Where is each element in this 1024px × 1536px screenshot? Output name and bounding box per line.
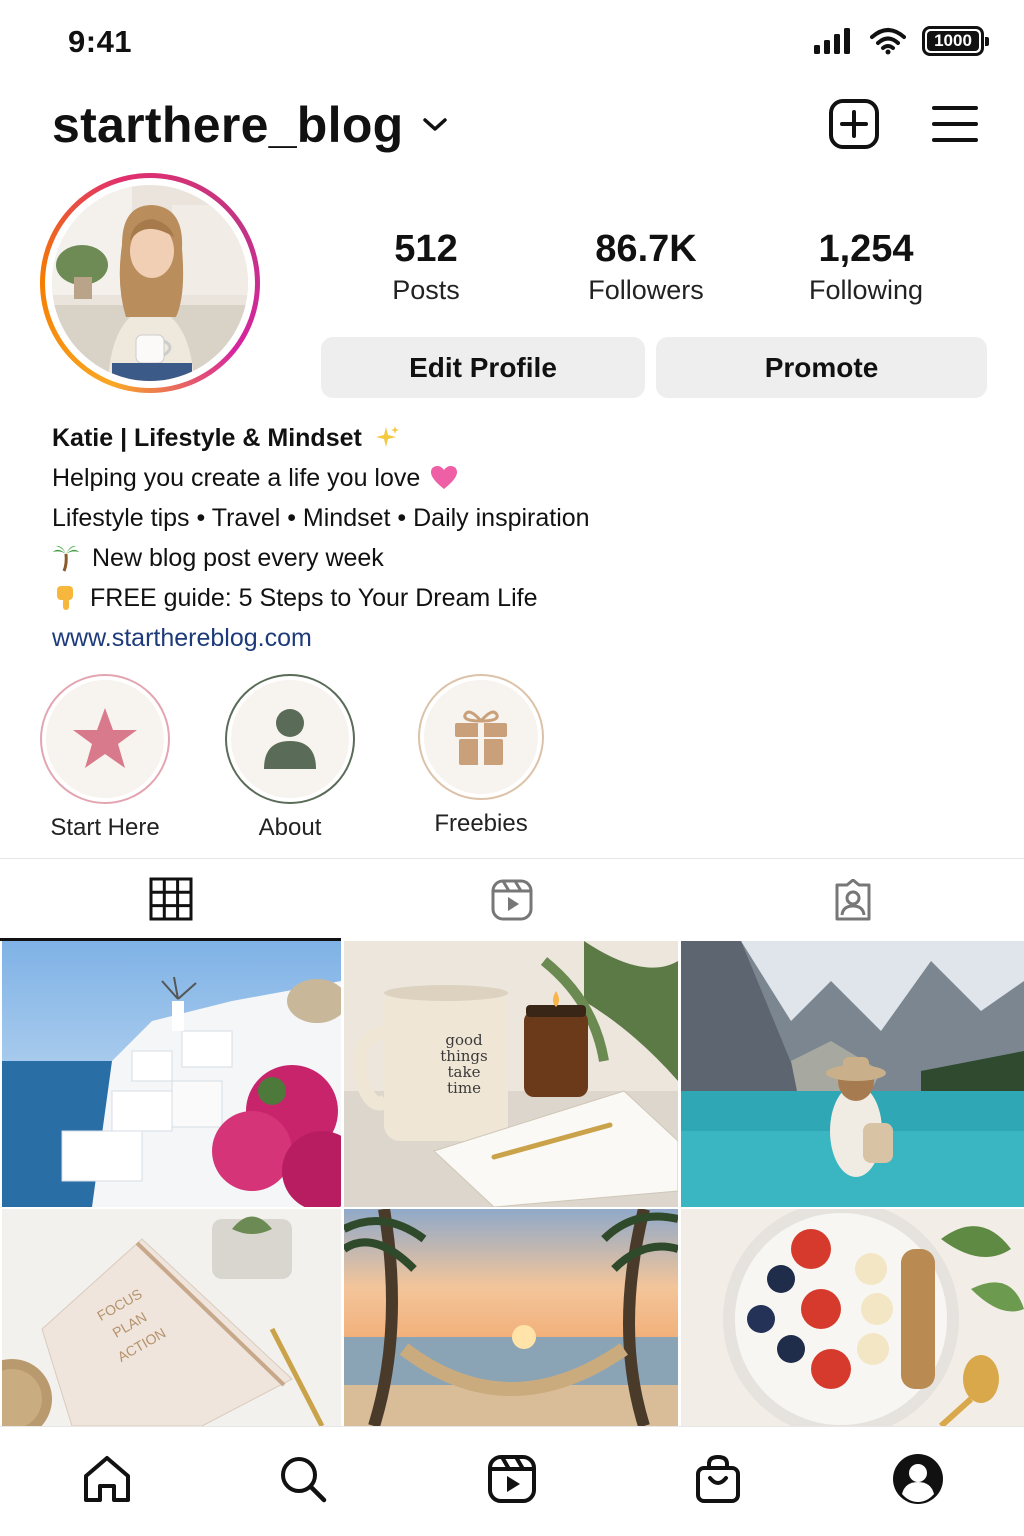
highlight-label: Start Here xyxy=(50,814,160,841)
profile-bio: Katie | Lifestyle & Mindset Helping you … xyxy=(52,418,972,658)
pointing-down-icon xyxy=(52,584,78,612)
avatar-photo xyxy=(52,185,248,381)
palm-tree-icon xyxy=(52,544,80,572)
shop-icon xyxy=(696,1454,740,1503)
nav-home[interactable] xyxy=(77,1449,137,1509)
status-bar: 9:41 1000 xyxy=(0,0,1024,80)
nav-search[interactable] xyxy=(273,1449,333,1509)
status-icons: 1000 xyxy=(814,26,989,56)
bio-line: Helping you create a life you love xyxy=(52,464,421,492)
highlight-about[interactable]: About xyxy=(225,674,355,842)
profile-icon xyxy=(893,1454,943,1504)
tagged-icon xyxy=(835,879,871,921)
bio-link[interactable]: www.starthereblog.com xyxy=(52,620,312,656)
highlight-label: Freebies xyxy=(434,810,528,837)
menu-icon[interactable] xyxy=(932,104,978,144)
highlight-label: About xyxy=(258,814,322,841)
wifi-icon xyxy=(870,28,906,55)
nav-reels[interactable] xyxy=(482,1449,542,1509)
stat-following[interactable]: 1,254 Following xyxy=(756,228,976,306)
highlight-freebies[interactable]: Freebies xyxy=(418,674,544,838)
tab-tagged[interactable] xyxy=(682,859,1024,941)
profile-tabs xyxy=(0,858,1024,941)
profile-header: starthere_blog xyxy=(0,90,1024,162)
tab-reels[interactable] xyxy=(341,859,682,941)
stat-value: 1,254 xyxy=(818,228,914,270)
profile-stats: 512 Posts 86.7K Followers 1,254 Followin… xyxy=(316,228,996,306)
status-time: 9:41 xyxy=(68,24,133,59)
stat-label: Following xyxy=(808,275,924,305)
create-post-icon[interactable] xyxy=(828,98,880,150)
stat-label: Followers xyxy=(588,275,704,305)
person-icon xyxy=(264,709,316,769)
post-thumbnail[interactable] xyxy=(681,1209,1024,1426)
home-icon xyxy=(84,1456,130,1502)
account-switcher[interactable]: starthere_blog xyxy=(52,96,448,154)
post-thumbnail[interactable]: FOCUS PLAN ACTION xyxy=(2,1209,341,1426)
stat-value: 512 xyxy=(394,228,458,270)
grid-icon xyxy=(149,877,192,920)
search-icon xyxy=(281,1457,327,1503)
bio-line: Lifestyle tips • Travel • Mindset • Dail… xyxy=(52,504,590,532)
sparkles-icon xyxy=(372,424,400,452)
reels-icon xyxy=(488,1455,536,1503)
stat-value: 86.7K xyxy=(595,228,697,270)
bottom-navigation xyxy=(0,1426,1024,1536)
promote-button[interactable]: Promote xyxy=(656,337,987,398)
edit-profile-button[interactable]: Edit Profile xyxy=(321,337,645,398)
nav-profile[interactable] xyxy=(888,1449,948,1509)
stat-posts[interactable]: 512 Posts xyxy=(316,228,536,306)
display-name: Katie | Lifestyle & Mindset xyxy=(52,424,362,452)
post-thumbnail[interactable] xyxy=(2,941,341,1207)
reels-icon xyxy=(491,879,532,921)
posts-grid: good things take time FOCUS PLAN ACTION xyxy=(0,941,1024,1426)
mug-text: time xyxy=(447,1079,481,1097)
story-highlights: Start Here About Freebies xyxy=(0,674,1024,854)
post-thumbnail[interactable] xyxy=(681,941,1024,1207)
post-thumbnail[interactable] xyxy=(344,1209,678,1426)
username: starthere_blog xyxy=(52,97,404,153)
bio-line: FREE guide: 5 Steps to Your Dream Life xyxy=(90,584,538,612)
profile-avatar[interactable] xyxy=(40,173,260,393)
heart-icon xyxy=(430,465,458,491)
gift-icon xyxy=(455,710,507,765)
signal-icon xyxy=(814,28,850,54)
tab-posts-grid[interactable] xyxy=(0,859,341,941)
post-thumbnail[interactable]: good things take time xyxy=(344,941,678,1207)
battery-icon: 1000 xyxy=(922,26,989,56)
stat-followers[interactable]: 86.7K Followers xyxy=(536,228,756,306)
highlight-start-here[interactable]: Start Here xyxy=(40,674,170,842)
chevron-down-icon xyxy=(422,118,447,131)
nav-shop[interactable] xyxy=(688,1449,748,1509)
star-icon xyxy=(73,708,137,768)
stat-label: Posts xyxy=(392,275,460,305)
battery-level: 1000 xyxy=(927,31,979,51)
bio-line: New blog post every week xyxy=(92,544,384,572)
